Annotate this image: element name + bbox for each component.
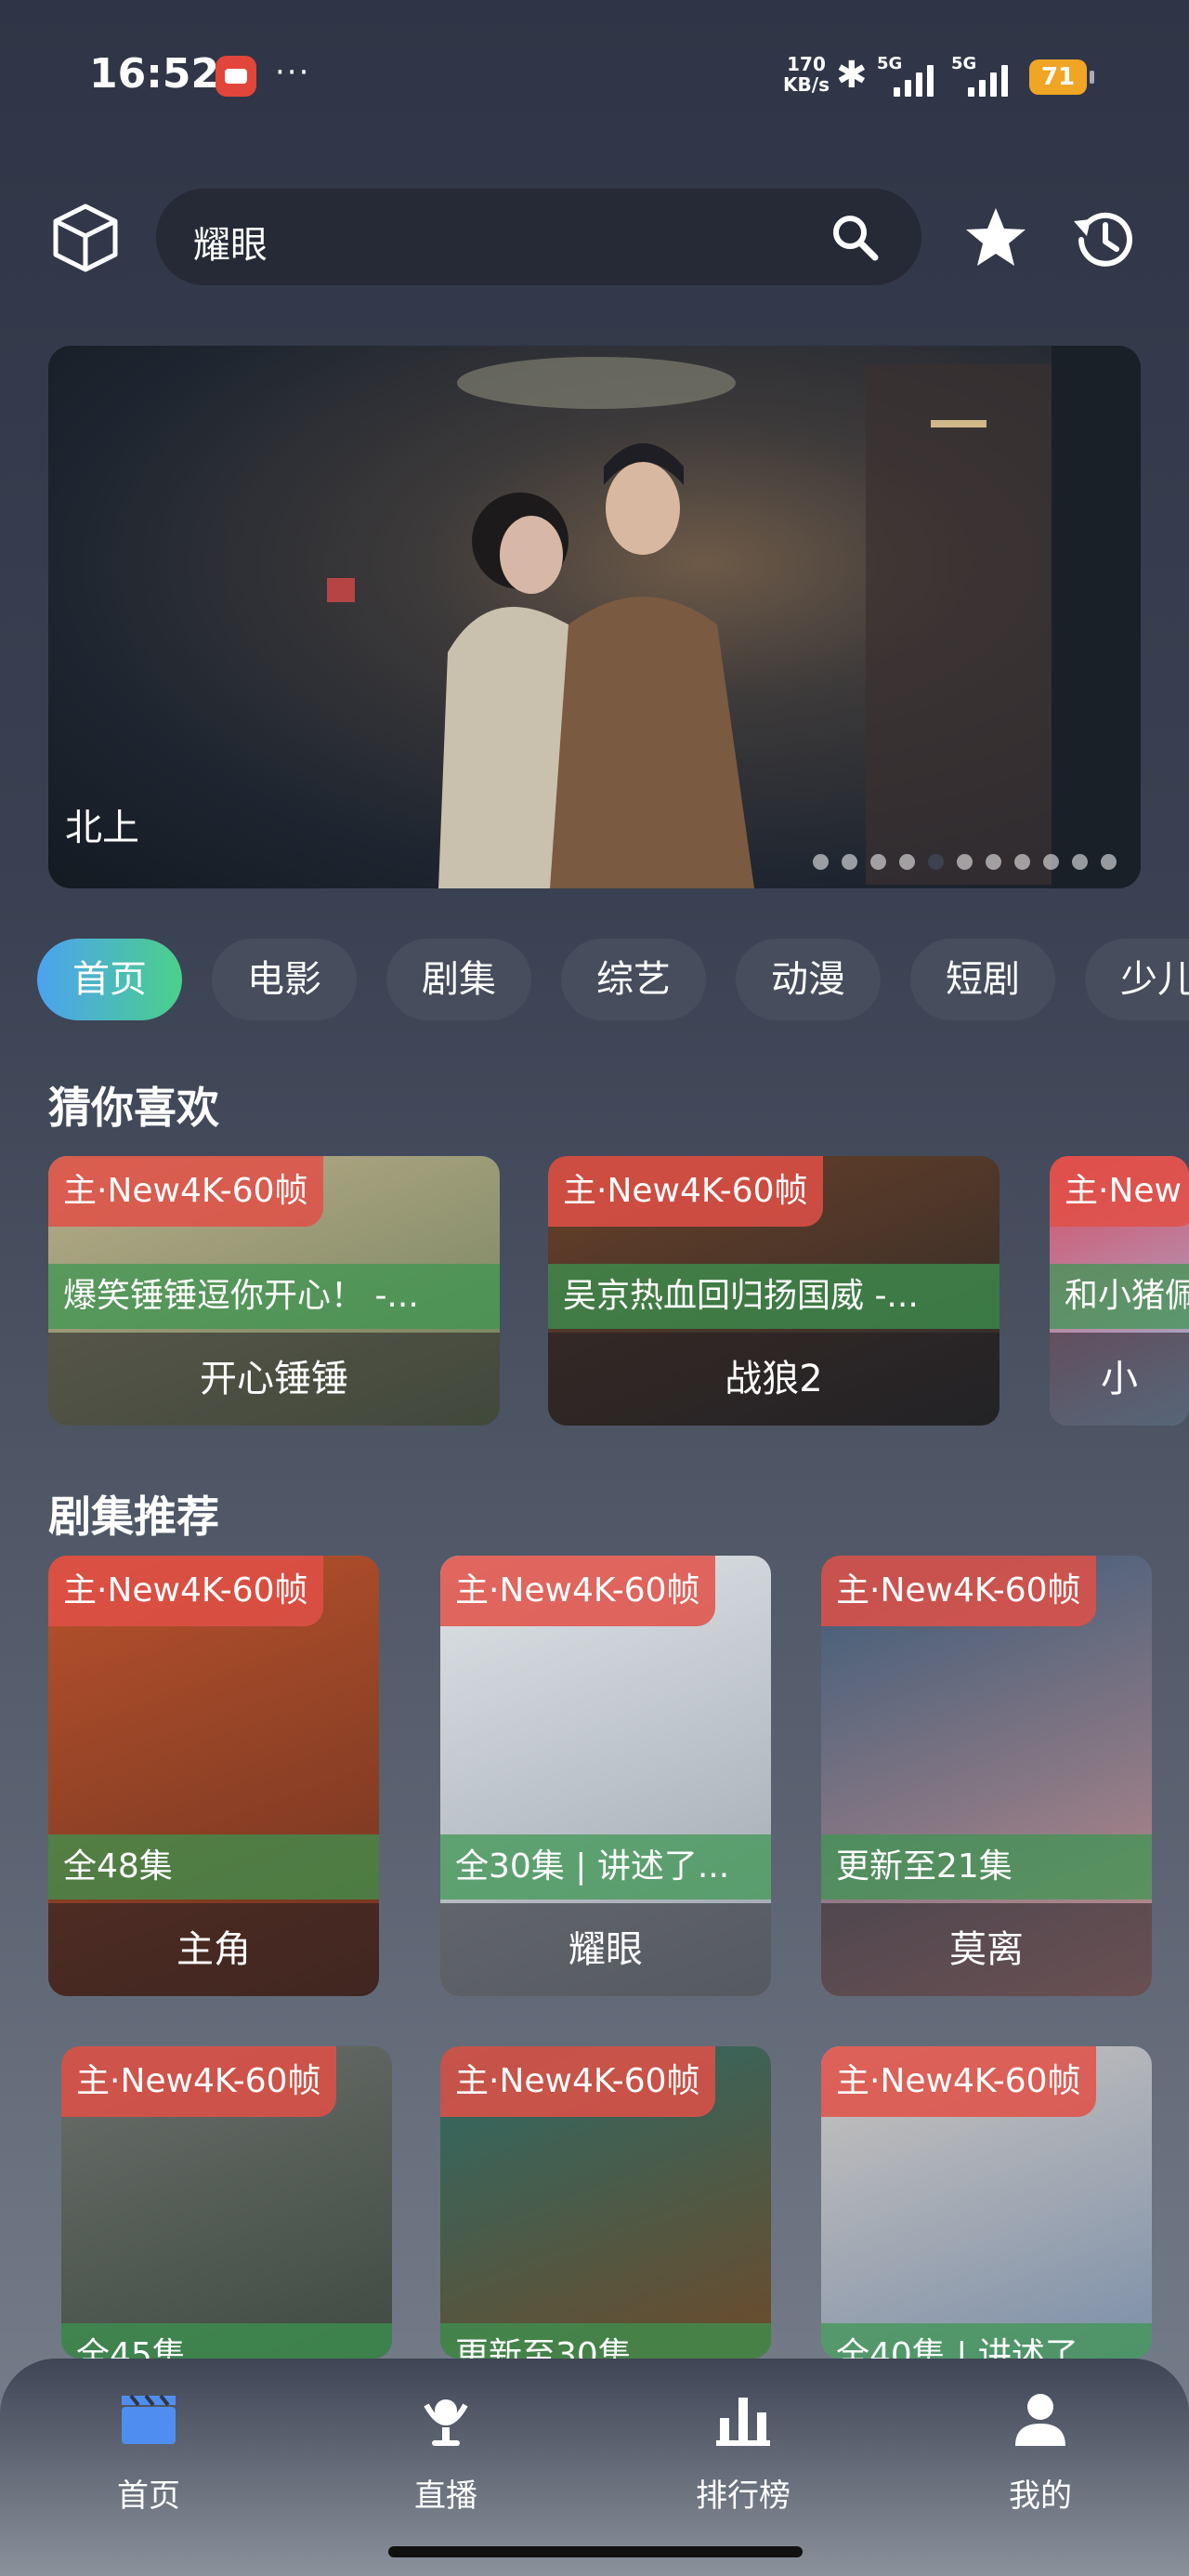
nav-label: 直播 xyxy=(414,2477,477,2515)
video-card[interactable]: 主·New4K-60帧吴京热血回归扬国威 -... 战狼2 xyxy=(548,1156,1000,1426)
quality-badge: 主·New4K-60帧 xyxy=(821,2046,1096,2117)
card-title: 开心锤锤 xyxy=(48,1333,500,1426)
quality-badge: 主·New4K-60帧 xyxy=(61,2046,336,2117)
tab-home[interactable]: 首页 xyxy=(37,939,182,1020)
live-icon xyxy=(413,2386,478,2451)
banner-dot[interactable] xyxy=(813,854,829,870)
banner-dot[interactable] xyxy=(842,854,857,870)
card-description: 和小猪佩 xyxy=(1050,1264,1189,1329)
nav-label: 首页 xyxy=(117,2477,180,2515)
search-bar[interactable]: 耀眼 xyxy=(156,189,921,285)
section-title-guess: 猜你喜欢 xyxy=(48,1083,219,1133)
hero-banner[interactable]: 北上 xyxy=(48,346,1141,888)
clapperboard-icon xyxy=(116,2386,181,2451)
nav-label: 排行榜 xyxy=(696,2477,790,2515)
bluetooth-icon: ✱ xyxy=(836,54,868,97)
banner-dot[interactable] xyxy=(899,854,915,870)
nav-item-0[interactable]: 首页 xyxy=(56,2386,242,2516)
profile-icon xyxy=(1008,2386,1073,2451)
tab-category[interactable]: 电影 xyxy=(212,939,357,1020)
video-card[interactable]: 主·New4K-60帧更新至21集 莫离 xyxy=(821,1556,1152,1996)
card-description: 更新至21集 xyxy=(821,1834,1152,1899)
card-title: 战狼2 xyxy=(548,1333,1000,1426)
card-description: 爆笑锤锤逗你开心！ -... xyxy=(48,1264,500,1329)
search-input[interactable]: 耀眼 xyxy=(193,215,268,269)
cube-icon[interactable] xyxy=(48,201,123,275)
banner-dot[interactable] xyxy=(870,854,886,870)
nav-item-1[interactable]: 直播 xyxy=(353,2386,539,2516)
battery-indicator: 71 xyxy=(1029,59,1094,95)
banner-image xyxy=(327,346,1141,888)
quality-badge: 主·New4K-60帧 xyxy=(821,1556,1096,1626)
card-description: 全30集 | 讲述了... xyxy=(440,1834,771,1899)
quality-badge: 主·New4K-60帧 xyxy=(48,1556,323,1626)
tab-category[interactable]: 短剧 xyxy=(910,939,1055,1020)
tab-category[interactable]: 动漫 xyxy=(736,939,881,1020)
card-description: 全40集 | 讲述了... xyxy=(821,2323,1152,2359)
video-card[interactable]: 主·New 和小猪佩小 xyxy=(1050,1156,1189,1426)
video-card[interactable]: 主·New4K-60帧全48集 主角 xyxy=(48,1556,379,1996)
quality-badge: 主·New xyxy=(1050,1156,1189,1227)
video-card[interactable]: 主·New4K-60帧全40集 | 讲述了... xyxy=(821,2046,1152,2359)
network-speed-unit: KB/s xyxy=(783,73,830,96)
banner-title: 北上 xyxy=(65,807,139,849)
video-card[interactable]: 主·New4K-60帧全45集 xyxy=(61,2046,392,2359)
quality-badge: 主·New4K-60帧 xyxy=(440,1556,715,1626)
nav-label: 我的 xyxy=(1009,2477,1072,2515)
nav-item-2[interactable]: 排行榜 xyxy=(650,2386,836,2516)
search-icon[interactable] xyxy=(829,211,881,263)
home-indicator xyxy=(388,2546,803,2557)
card-description: 全48集 xyxy=(48,1834,379,1899)
banner-dot[interactable] xyxy=(986,854,1001,870)
card-title: 耀眼 xyxy=(440,1903,771,1996)
video-card[interactable]: 主·New4K-60帧更新至30集 xyxy=(440,2046,771,2359)
more-notifications-icon: ··· xyxy=(275,54,311,91)
banner-dot[interactable] xyxy=(1072,854,1088,870)
video-card[interactable]: 主·New4K-60帧爆笑锤锤逗你开心！ -... 开心锤锤 xyxy=(48,1156,500,1426)
tab-category[interactable]: 综艺 xyxy=(561,939,706,1020)
status-time: 16:52 xyxy=(89,50,220,98)
section-title-drama: 剧集推荐 xyxy=(48,1492,219,1542)
card-description: 全45集 xyxy=(61,2323,392,2359)
banner-dot[interactable] xyxy=(928,854,944,870)
card-title: 主角 xyxy=(48,1903,379,1996)
tab-category[interactable]: 剧集 xyxy=(386,939,531,1020)
network-speed: 170 KB/s xyxy=(777,54,836,95)
quality-badge: 主·New4K-60帧 xyxy=(48,1156,323,1227)
nav-item-3[interactable]: 我的 xyxy=(947,2386,1133,2516)
card-title: 莫离 xyxy=(821,1903,1152,1996)
card-title: 小 xyxy=(1050,1333,1189,1426)
banner-dot[interactable] xyxy=(957,854,973,870)
banner-dot[interactable] xyxy=(1101,854,1117,870)
banner-dot[interactable] xyxy=(1014,854,1030,870)
network-speed-value: 170 xyxy=(787,53,826,75)
quality-badge: 主·New4K-60帧 xyxy=(440,2046,715,2117)
banner-dot[interactable] xyxy=(1043,854,1059,870)
ranking-icon xyxy=(711,2386,776,2451)
favorites-star-icon[interactable] xyxy=(962,204,1029,271)
category-tabs: 首页 电影 剧集 综艺 动漫 短剧 少儿 xyxy=(37,939,1189,1022)
history-icon[interactable] xyxy=(1068,203,1143,277)
notification-app-icon xyxy=(216,56,256,97)
bottom-nav: 首页 直播 排行榜 我的 xyxy=(0,2359,1189,2576)
card-description: 吴京热血回归扬国威 -... xyxy=(548,1264,1000,1329)
card-description: 更新至30集 xyxy=(440,2323,771,2359)
banner-pagination[interactable] xyxy=(813,854,1117,870)
status-bar: 16:52 ··· 170 KB/s ✱ 5G 5G 71 xyxy=(0,0,1189,158)
quality-badge: 主·New4K-60帧 xyxy=(548,1156,823,1227)
tab-category[interactable]: 少儿 xyxy=(1085,939,1189,1020)
video-card[interactable]: 主·New4K-60帧全30集 | 讲述了... 耀眼 xyxy=(440,1556,771,1996)
